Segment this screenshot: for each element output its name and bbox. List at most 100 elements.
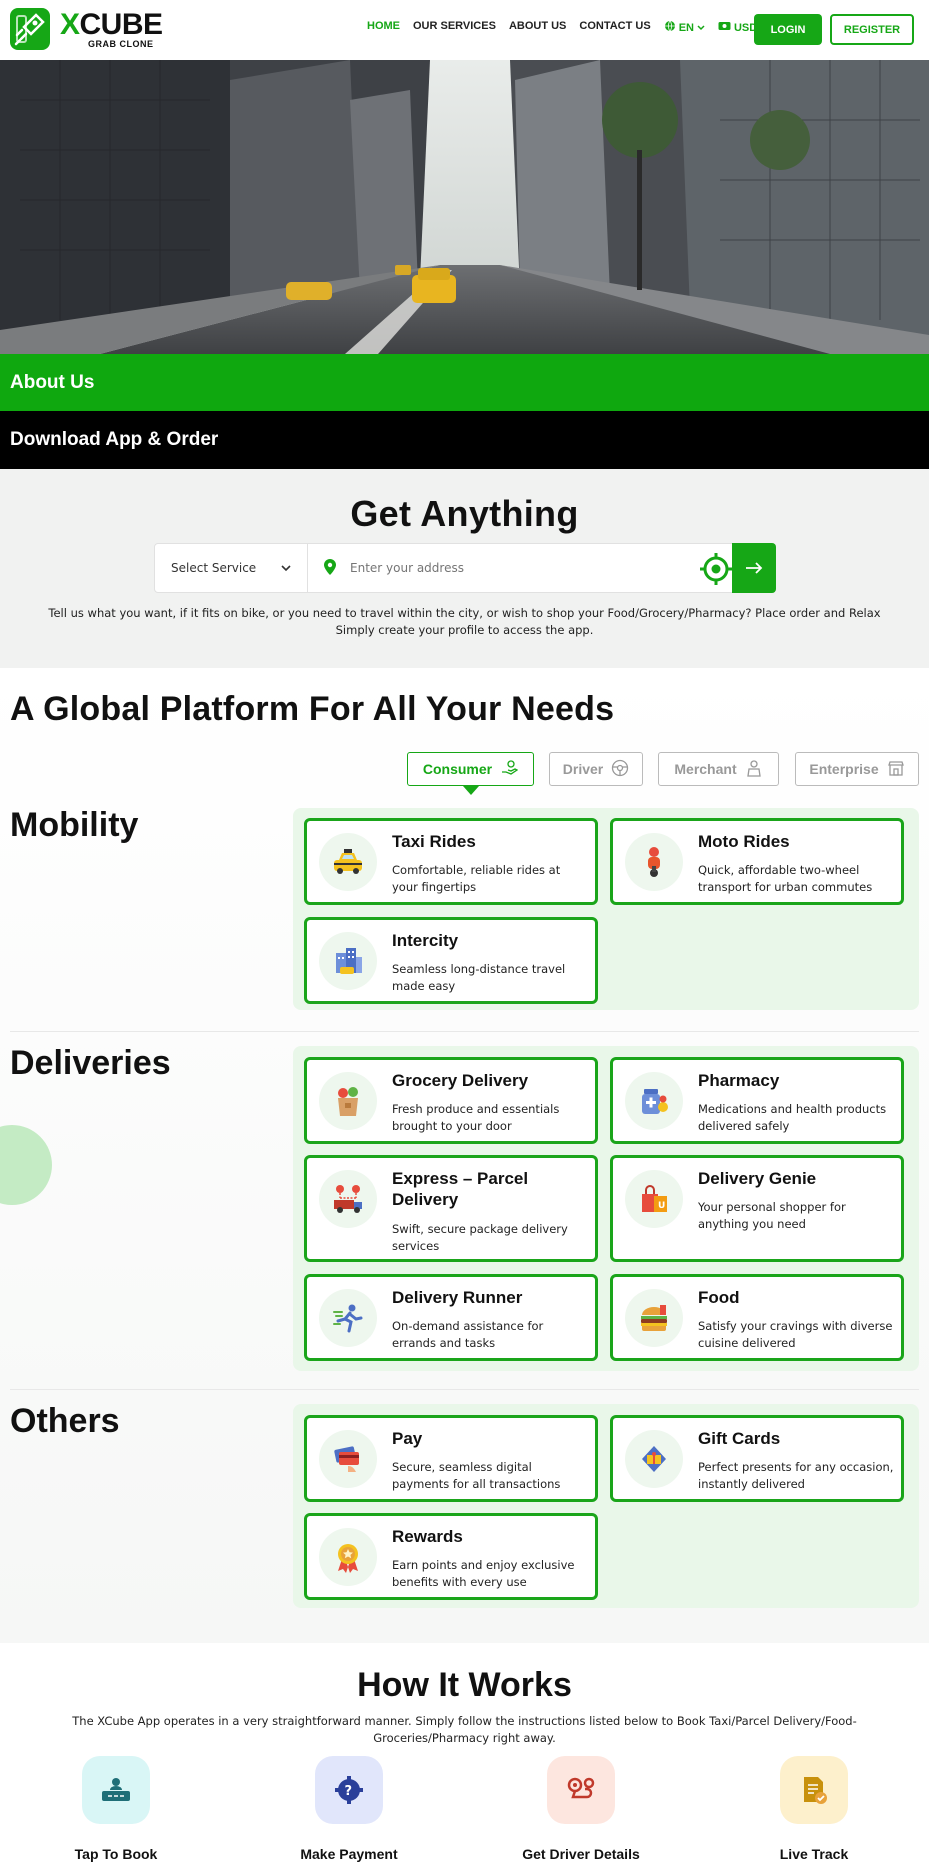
service-card-pharmacy[interactable]: Pharmacy Medications and health products… (610, 1057, 904, 1144)
service-card-gift-cards[interactable]: Gift Cards Perfect presents for any occa… (610, 1415, 904, 1502)
select-service-label: Select Service (171, 561, 257, 575)
tap-book-icon (82, 1756, 150, 1824)
steering-wheel-icon (611, 759, 629, 780)
city-icon (319, 932, 377, 990)
card-description: Secure, seamless digital payments for al… (392, 1460, 561, 1491)
login-button[interactable]: LOGIN (754, 14, 822, 45)
tab-enterprise[interactable]: Enterprise (795, 752, 919, 786)
get-anything-title: Get Anything (350, 493, 579, 534)
description-line-2: Simply create your profile to access the… (335, 623, 594, 637)
service-card-intercity[interactable]: Intercity Seamless long-distance travel … (304, 917, 598, 1004)
nav-about-us[interactable]: ABOUT US (509, 20, 566, 35)
nav-contact-us[interactable]: CONTACT US (579, 20, 650, 35)
runner-icon (319, 1289, 377, 1347)
chevron-down-icon (281, 561, 291, 575)
section-divider (10, 1389, 919, 1390)
tab-merchant[interactable]: Merchant (658, 752, 779, 786)
arrow-right-icon (745, 559, 763, 578)
tab-driver[interactable]: Driver (549, 752, 643, 786)
language-dropdown[interactable]: EN (664, 20, 705, 35)
card-title: Rewards (392, 1527, 463, 1546)
card-description: Fresh produce and essentials brought to … (392, 1102, 560, 1133)
card-description: Seamless long-distance travel made easy (392, 962, 566, 993)
parcel-truck-icon (319, 1170, 377, 1228)
card-description: Earn points and enjoy exclusive benefits… (392, 1558, 575, 1589)
download-app-strip[interactable]: Download App & Order (0, 411, 929, 469)
card-description: Comfortable, reliable rides at your fing… (392, 863, 561, 894)
card-title: Express – Parcel Delivery (392, 1169, 529, 1209)
step-get-driver-details: Get Driver Details (481, 1756, 681, 1862)
card-title: Pay (392, 1429, 423, 1448)
active-tab-caret (463, 786, 479, 795)
step-label: Get Driver Details (522, 1846, 640, 1862)
store-icon (887, 759, 905, 780)
platform-title: A Global Platform For All Your Needs (10, 690, 615, 728)
category-title-others: Others (10, 1402, 120, 1440)
how-it-works-section: How It Works The XCube App operates in a… (0, 1643, 929, 1869)
service-card-food[interactable]: Food Satisfy your cravings with diverse … (610, 1274, 904, 1361)
step-make-payment: ? Make Payment (249, 1756, 449, 1862)
nav-home[interactable]: HOME (367, 20, 400, 35)
shopping-bag-icon: U (625, 1170, 683, 1228)
step-tap-to-book: Tap To Book (16, 1756, 216, 1862)
gift-card-icon (625, 1430, 683, 1488)
card-title: Gift Cards (698, 1429, 781, 1448)
merchant-person-icon (745, 759, 763, 780)
step-label: Tap To Book (74, 1846, 158, 1862)
svg-text:U: U (658, 1201, 665, 1211)
card-title: Delivery Genie (698, 1169, 817, 1188)
search-submit-button[interactable] (732, 543, 776, 593)
hand-icon (500, 759, 519, 780)
route-pin-icon (547, 1756, 615, 1824)
service-card-grocery-delivery[interactable]: Grocery Delivery Fresh produce and essen… (304, 1057, 598, 1144)
about-us-strip[interactable]: About Us (0, 354, 929, 411)
service-search-bar: Select Service (154, 543, 776, 593)
pharmacy-icon (625, 1072, 683, 1130)
taxi-icon (319, 833, 377, 891)
tab-consumer-label: Consumer (422, 761, 493, 777)
service-card-delivery-runner[interactable]: Delivery Runner On-demand assistance for… (304, 1274, 598, 1361)
logo-rocket-icon (10, 8, 50, 50)
nav-our-services[interactable]: OUR SERVICES (413, 20, 496, 35)
service-card-express-parcel-delivery[interactable]: Express – Parcel Delivery Swift, secure … (304, 1155, 598, 1262)
get-anything-description: Tell us what you want, if it fits on bik… (40, 605, 889, 639)
card-description: On-demand assistance for errands and tas… (392, 1319, 544, 1350)
logo-subtitle: GRAB CLONE (88, 38, 154, 49)
card-title: Pharmacy (698, 1071, 780, 1090)
tab-driver-label: Driver (562, 761, 604, 777)
category-title-deliveries: Deliveries (10, 1044, 171, 1082)
service-card-moto-rides[interactable]: Moto Rides Quick, affordable two-wheel t… (610, 818, 904, 905)
service-card-pay[interactable]: Pay Secure, seamless digital payments fo… (304, 1415, 598, 1502)
grocery-bag-icon (319, 1072, 377, 1130)
globe-icon (664, 20, 676, 35)
register-button[interactable]: REGISTER (830, 14, 914, 45)
address-input[interactable] (350, 561, 680, 575)
card-description: Swift, secure package delivery services (392, 1222, 568, 1253)
logo[interactable]: XCUBE GRAB CLONE (10, 8, 163, 50)
description-line-1: Tell us what you want, if it fits on bik… (48, 606, 881, 620)
step-label: Live Track (779, 1846, 849, 1862)
logo-title: XCUBE (60, 7, 163, 41)
select-service-dropdown[interactable]: Select Service (155, 544, 308, 592)
step-label: Make Payment (300, 1846, 398, 1862)
service-card-taxi-rides[interactable]: Taxi Rides Comfortable, reliable rides a… (304, 818, 598, 905)
card-title: Grocery Delivery (392, 1071, 529, 1090)
card-description: Quick, affordable two-wheel transport fo… (698, 863, 873, 894)
location-pin-icon (324, 558, 336, 578)
locate-me-icon[interactable] (698, 551, 734, 587)
tab-consumer[interactable]: Consumer (407, 752, 534, 786)
get-anything-section: Get Anything Select Service Tell us what… (0, 469, 929, 668)
svg-text:?: ? (345, 1784, 353, 1799)
card-description: Your personal shopper for anything you n… (698, 1200, 846, 1231)
card-title: Taxi Rides (392, 832, 476, 851)
service-card-delivery-genie[interactable]: U Delivery Genie Your personal shopper f… (610, 1155, 904, 1262)
medal-icon (319, 1528, 377, 1586)
how-it-works-title: How It Works (357, 1666, 572, 1704)
card-title: Moto Rides (698, 832, 790, 851)
scooter-icon (625, 833, 683, 891)
language-label: EN (678, 21, 694, 34)
service-card-rewards[interactable]: Rewards Earn points and enjoy exclusive … (304, 1513, 598, 1600)
card-title: Delivery Runner (392, 1288, 523, 1307)
header: XCUBE GRAB CLONE HOME OUR SERVICES ABOUT… (0, 0, 929, 60)
category-title-mobility: Mobility (10, 806, 139, 844)
